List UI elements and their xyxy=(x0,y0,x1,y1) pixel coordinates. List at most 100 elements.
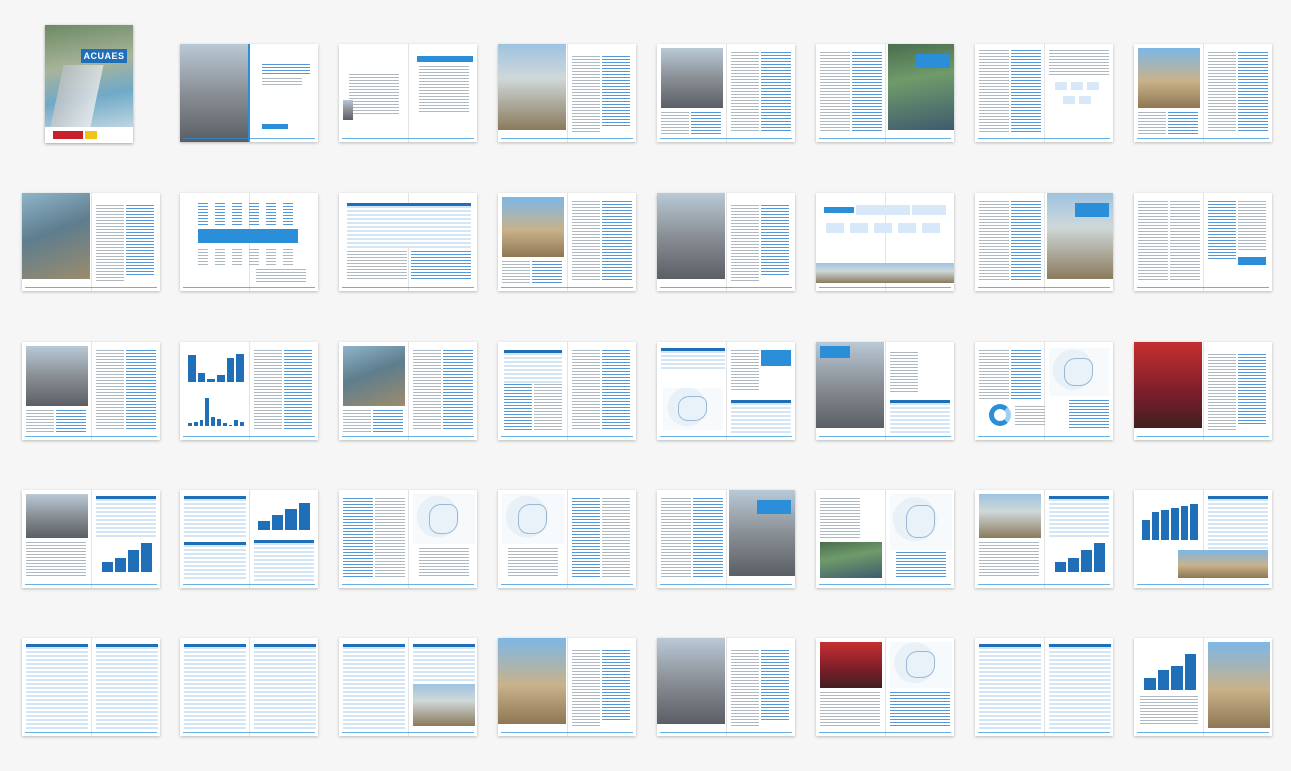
text-column xyxy=(572,350,600,430)
text-column xyxy=(602,650,630,720)
page-spread-thumbnail[interactable] xyxy=(975,44,1113,142)
text-column xyxy=(1168,112,1198,134)
page-spread-thumbnail[interactable] xyxy=(22,193,160,291)
page-spread-thumbnail[interactable] xyxy=(1134,44,1272,142)
text-column xyxy=(343,498,373,578)
diagram-node xyxy=(1063,96,1075,104)
page-spread-thumbnail[interactable] xyxy=(339,193,477,291)
bar xyxy=(271,515,283,530)
page-spread-thumbnail[interactable] xyxy=(339,638,477,736)
page-footer-rule xyxy=(342,436,474,437)
page-spread-thumbnail[interactable] xyxy=(498,490,636,588)
page-footer-rule xyxy=(501,436,633,437)
text-column xyxy=(126,205,154,275)
page-spread-thumbnail[interactable] xyxy=(816,342,954,440)
page-spread-thumbnail[interactable] xyxy=(498,44,636,142)
spread-photo xyxy=(26,494,88,538)
bar xyxy=(205,397,210,426)
page-spread-thumbnail[interactable] xyxy=(1134,193,1272,291)
page-spread-thumbnail[interactable] xyxy=(816,490,954,588)
page-fold xyxy=(91,342,92,440)
page-fold xyxy=(726,490,727,588)
page-spread-thumbnail[interactable] xyxy=(816,193,954,291)
text-column xyxy=(347,251,407,281)
page-spread-thumbnail[interactable] xyxy=(975,490,1113,588)
page-spread-thumbnail[interactable] xyxy=(657,193,795,291)
page-spread-thumbnail[interactable] xyxy=(180,342,318,440)
bar xyxy=(197,373,206,382)
page-spread-thumbnail[interactable] xyxy=(657,342,795,440)
page-fold xyxy=(885,638,886,736)
label-column xyxy=(283,249,293,267)
data-table xyxy=(979,644,1041,731)
page-fold xyxy=(91,490,92,588)
page-fold xyxy=(249,342,250,440)
page-spread-thumbnail[interactable] xyxy=(816,638,954,736)
page-spread-thumbnail[interactable] xyxy=(22,638,160,736)
label-column xyxy=(215,249,225,267)
org-node xyxy=(922,223,940,233)
page-spread-thumbnail[interactable] xyxy=(22,490,160,588)
page-spread-thumbnail[interactable] xyxy=(975,638,1113,736)
label-column xyxy=(249,203,259,225)
page-spread-thumbnail[interactable] xyxy=(657,44,795,142)
page-footer-rule xyxy=(342,584,474,585)
bar xyxy=(285,509,297,530)
page-spread-thumbnail[interactable] xyxy=(657,490,795,588)
page-footer-rule xyxy=(25,436,157,437)
page-fold xyxy=(91,193,92,291)
data-table xyxy=(96,496,156,539)
legend-text xyxy=(508,548,558,578)
bar xyxy=(211,417,215,426)
page-footer-rule xyxy=(1137,584,1269,585)
data-table xyxy=(413,644,475,683)
text-column xyxy=(26,410,54,432)
page-spread-thumbnail[interactable] xyxy=(1134,490,1272,588)
page-spread-thumbnail[interactable] xyxy=(180,44,318,142)
page-spread-thumbnail[interactable] xyxy=(816,44,954,142)
bar-chart xyxy=(102,540,152,572)
page-spread-thumbnail[interactable] xyxy=(180,490,318,588)
page-fold xyxy=(726,638,727,736)
legend-text xyxy=(1015,406,1045,426)
page-spread-thumbnail[interactable] xyxy=(180,193,318,291)
cover-logo: ACUAES xyxy=(81,49,127,63)
page-footer-rule xyxy=(501,287,633,288)
page-spread-thumbnail[interactable] xyxy=(339,44,477,142)
page-spread-thumbnail[interactable] xyxy=(22,342,160,440)
bar xyxy=(222,423,227,426)
callout-box xyxy=(916,54,950,68)
page-footer-rule xyxy=(1137,138,1269,139)
page-spread-thumbnail[interactable] xyxy=(975,193,1113,291)
page-spread-thumbnail[interactable] xyxy=(498,638,636,736)
bar xyxy=(1068,557,1079,572)
page-fold xyxy=(1203,342,1204,440)
data-table xyxy=(26,644,88,731)
page-fold xyxy=(1203,638,1204,736)
bar xyxy=(1180,506,1189,540)
label-column xyxy=(198,203,208,225)
page-spread-thumbnail[interactable] xyxy=(339,342,477,440)
bar-chart xyxy=(258,500,310,530)
page-spread-thumbnail[interactable] xyxy=(975,342,1113,440)
page-footer-rule xyxy=(660,584,792,585)
page-spread-thumbnail[interactable] xyxy=(339,490,477,588)
page-footer-rule xyxy=(183,584,315,585)
bar xyxy=(1081,549,1092,572)
page-spread-thumbnail[interactable] xyxy=(1134,342,1272,440)
page-spread-thumbnail[interactable] xyxy=(180,638,318,736)
page-fold xyxy=(408,342,409,440)
page-spread-thumbnail[interactable] xyxy=(1134,638,1272,736)
spread-photo xyxy=(1178,550,1268,578)
page-spread-thumbnail[interactable] xyxy=(498,342,636,440)
text-column xyxy=(852,52,882,132)
page-spread-thumbnail[interactable] xyxy=(498,193,636,291)
text-column xyxy=(572,650,600,726)
page-footer-rule xyxy=(819,732,951,733)
bar xyxy=(234,420,239,426)
page-spread-thumbnail[interactable] xyxy=(657,638,795,736)
bar xyxy=(1190,504,1199,540)
text-column xyxy=(602,350,630,430)
text-column xyxy=(1208,354,1236,430)
cover-page-thumbnail[interactable]: ACUAES xyxy=(45,25,133,143)
